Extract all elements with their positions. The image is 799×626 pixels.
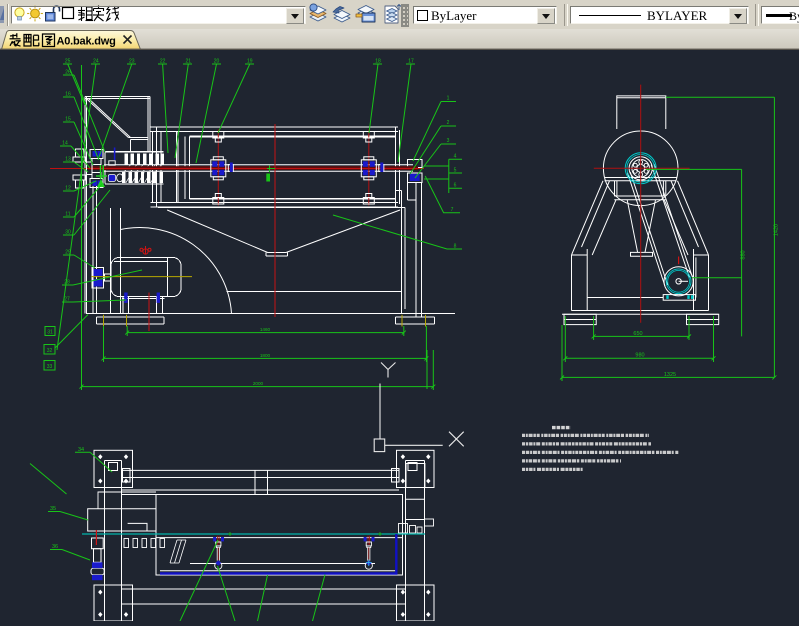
svg-text:36: 36 [52,544,58,550]
svg-text:32: 32 [47,348,53,354]
svg-text:24: 24 [93,59,99,65]
svg-text:2000: 2000 [253,381,264,386]
svg-text:31: 31 [47,330,53,336]
svg-text:34: 34 [78,447,84,453]
svg-text:1325: 1325 [664,372,676,378]
svg-text:1460: 1460 [260,327,271,332]
svg-text:19: 19 [247,59,253,65]
svg-text:1800: 1800 [260,353,271,358]
svg-text:23: 23 [129,59,135,65]
svg-text:3: 3 [447,138,450,144]
svg-text:6: 6 [454,183,457,189]
svg-text:28: 28 [64,280,70,286]
svg-text:1: 1 [447,96,450,102]
svg-text:12: 12 [65,186,71,192]
svg-text:20: 20 [214,59,220,65]
svg-text:16: 16 [65,92,71,98]
svg-text:5: 5 [454,168,457,174]
svg-text:21: 21 [186,59,192,65]
svg-text:650: 650 [633,331,642,337]
svg-text:A0.bak.dwg: A0.bak.dwg [57,36,116,48]
svg-text:13: 13 [65,157,71,163]
svg-text:15: 15 [65,117,71,123]
svg-text:7: 7 [451,207,454,213]
svg-text:4: 4 [454,154,457,160]
svg-text:25: 25 [65,59,71,65]
svg-text:33: 33 [47,364,53,370]
svg-text:30: 30 [65,230,71,236]
svg-text:11: 11 [65,212,70,218]
svg-text:27: 27 [64,297,70,303]
svg-text:22: 22 [160,59,166,65]
svg-text:980: 980 [635,353,644,359]
svg-text:35: 35 [50,506,56,512]
svg-text:1420: 1420 [773,224,779,236]
svg-text:880: 880 [741,250,747,259]
svg-text:29: 29 [65,250,71,256]
svg-text:2: 2 [447,120,450,126]
svg-text:18: 18 [375,59,381,65]
svg-text:8: 8 [454,244,457,250]
svg-text:17: 17 [408,59,414,65]
svg-text:14: 14 [62,141,68,147]
svg-text:26: 26 [65,70,71,76]
